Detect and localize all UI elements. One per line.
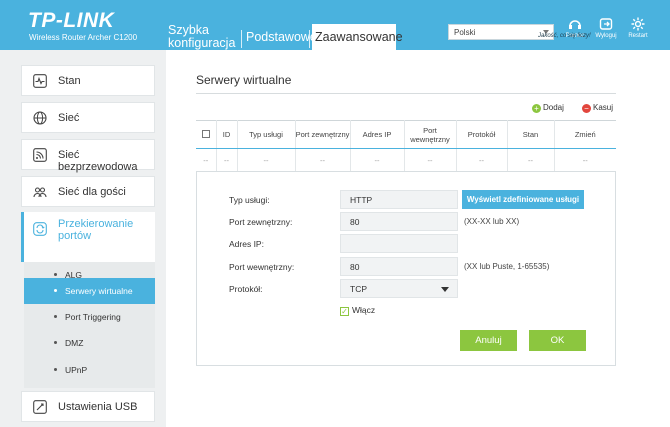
table-cell: --: [456, 148, 508, 172]
support-icon: [569, 20, 581, 29]
ok-button[interactable]: OK: [529, 330, 586, 351]
sidebar-subitem-upnp[interactable]: UPnP: [24, 357, 155, 383]
subitem-label: Serwery wirtualne: [65, 286, 133, 296]
page-title: Serwery wirtualne: [196, 73, 292, 87]
table-header-row: ID Typ usługi Port zewnętrzny Adres IP P…: [196, 120, 616, 149]
table-cell: --: [350, 148, 405, 172]
reboot-button[interactable]: Restart: [623, 17, 653, 39]
enable-checkbox[interactable]: ✓ Włącz: [340, 305, 375, 316]
bullet-icon: [54, 315, 57, 318]
column-header: Adres IP: [350, 120, 405, 149]
bullet-icon: [54, 341, 57, 344]
column-header: Protokół: [456, 120, 508, 149]
add-label: Dodaj: [543, 103, 564, 112]
model-name: Wireless Router Archer C1200: [29, 33, 138, 42]
table-cell: --: [295, 148, 351, 172]
sidebar-subitem-virtual-servers[interactable]: Serwery wirtualne: [24, 278, 155, 304]
internal-port-label: Port wewnętrzny:: [229, 262, 295, 272]
sidebar-item-guest[interactable]: Sieć dla gości: [21, 176, 155, 207]
service-type-input[interactable]: HTTP: [340, 190, 458, 209]
logout-label: Wyloguj: [595, 33, 617, 39]
protocol-value: TCP: [350, 284, 367, 294]
table-cell: --: [554, 148, 616, 172]
column-header: Stan: [507, 120, 555, 149]
add-button[interactable]: + Dodaj: [532, 103, 564, 113]
minus-icon: −: [582, 104, 591, 113]
protocol-label: Protokół:: [229, 284, 263, 294]
divider: [196, 93, 616, 94]
table-row: -- -- -- -- -- -- -- -- --: [196, 148, 616, 172]
column-header: Zmień: [554, 120, 616, 149]
plus-icon: +: [532, 104, 541, 113]
table-cell: --: [216, 148, 238, 172]
bullet-icon: [54, 289, 57, 292]
table-cell: --: [237, 148, 296, 172]
tab-basic[interactable]: Podstawowe: [246, 31, 317, 44]
subitem-label: Port Triggering: [65, 312, 121, 322]
reboot-icon: [631, 17, 645, 31]
sidebar-item-status[interactable]: Stan: [21, 65, 155, 96]
internal-port-input[interactable]: 80: [340, 257, 458, 276]
service-type-label: Typ usługi:: [229, 195, 270, 205]
external-port-hint: (XX-XX lub XX): [464, 217, 520, 226]
delete-button[interactable]: − Kasuj: [582, 103, 613, 113]
watermark-text: Jakość, co się liczy!: [538, 33, 591, 39]
pulse-icon: [33, 74, 47, 88]
column-header: ID: [216, 120, 238, 149]
bullet-icon: [54, 368, 57, 371]
tab-quick-setup[interactable]: Szybka konfiguracja: [168, 24, 238, 50]
cancel-button[interactable]: Anuluj: [460, 330, 517, 351]
usb-icon: [33, 400, 47, 414]
forwarding-icon: [33, 222, 47, 236]
language-value: Polski: [454, 28, 476, 37]
sidebar-item-port-forwarding[interactable]: Przekierowanie portów: [21, 212, 155, 262]
globe-icon: [33, 111, 47, 125]
reboot-label: Restart: [628, 33, 648, 39]
column-header: Port wewnętrzny: [404, 120, 457, 149]
sidebar-submenu: ALG Serwery wirtualne Port Triggering DM…: [24, 262, 155, 388]
table-cell: --: [404, 148, 457, 172]
column-header: Port zewnętrzny: [295, 120, 351, 149]
select-all-cell[interactable]: [196, 120, 217, 149]
sidebar-item-label: Ustawienia USB: [58, 401, 138, 413]
ip-address-label: Adres IP:: [229, 239, 264, 249]
sidebar-item-label: Sieć dla gości: [58, 186, 126, 198]
table-cell: --: [507, 148, 555, 172]
sidebar-item-usb[interactable]: Ustawienia USB: [21, 391, 155, 422]
checkmark-icon: ✓: [340, 307, 349, 316]
logo: TP-LINK: [28, 9, 115, 32]
wireless-icon: [33, 148, 47, 162]
tab-advanced[interactable]: Zaawansowane: [312, 24, 403, 50]
protocol-select[interactable]: TCP: [340, 279, 458, 298]
chevron-down-icon: [441, 287, 449, 292]
enable-label: Włącz: [352, 305, 376, 315]
delete-label: Kasuj: [593, 103, 614, 112]
external-port-input[interactable]: 80: [340, 212, 458, 231]
show-predefined-services-button[interactable]: Wyświetl zdefiniowane usługi: [462, 190, 584, 209]
tab-separator: [309, 30, 310, 48]
sidebar-item-label: Sieć: [58, 112, 80, 124]
subitem-label: DMZ: [65, 338, 84, 348]
sidebar-item-wireless[interactable]: Sieć bezprzewodowa: [21, 139, 155, 173]
external-port-label: Port zewnętrzny:: [229, 217, 293, 227]
logout-icon: [599, 18, 613, 30]
column-header: Typ usługi: [237, 120, 296, 149]
sidebar-item-network[interactable]: Sieć: [21, 102, 155, 133]
internal-port-hint: (XX lub Puste, 1-65535): [464, 262, 550, 271]
guests-icon: [33, 187, 47, 198]
virtual-servers-table: ID Typ usługi Port zewnętrzny Adres IP P…: [196, 120, 616, 172]
logout-button[interactable]: Wyloguj: [591, 17, 621, 39]
top-header: TP-LINK Wireless Router Archer C1200 Szy…: [0, 0, 670, 50]
tab-separator: [241, 30, 242, 48]
select-all-checkbox[interactable]: [201, 129, 210, 138]
ip-address-input[interactable]: [340, 234, 458, 253]
sidebar-subitem-port-triggering[interactable]: Port Triggering: [24, 304, 155, 330]
sidebar-subitem-dmz[interactable]: DMZ: [24, 330, 155, 356]
sidebar-item-label: Stan: [58, 75, 81, 87]
table-cell: --: [196, 148, 217, 172]
subitem-label: UPnP: [65, 365, 88, 375]
bullet-icon: [54, 273, 57, 276]
sidebar-item-label: Sieć bezprzewodowa: [58, 149, 138, 173]
sidebar-item-label: Przekierowanie portów: [58, 218, 134, 242]
